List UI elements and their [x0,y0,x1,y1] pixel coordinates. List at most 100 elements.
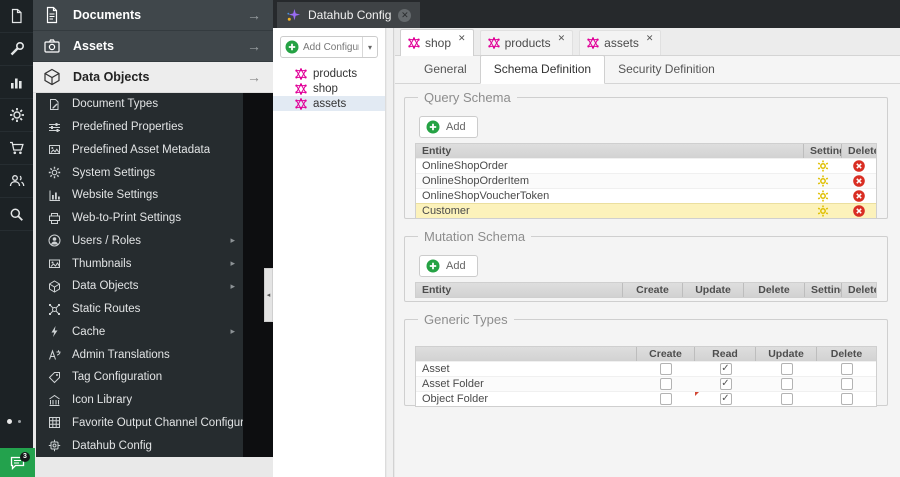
arrow-right-icon: → [247,69,261,85]
column-header-delete[interactable]: Delete [817,347,876,361]
sidebar-item-document-types[interactable]: Document Types [36,93,243,116]
menu-section-assets[interactable]: Assets → [33,31,273,62]
notifications-button[interactable]: 3 [0,448,35,477]
sidebar-item-data-objects[interactable]: Data Objects ▸ [36,275,243,298]
delete-button[interactable] [842,159,876,173]
translate-icon [47,348,61,362]
tab-schema-definition[interactable]: Schema Definition [479,55,606,84]
sidebar-item-thumbnails[interactable]: Thumbnails ▸ [36,252,243,275]
menu-section-data-objects[interactable]: Data Objects → [33,62,273,93]
delete-button[interactable] [842,174,876,188]
column-header-entity[interactable]: Entity [416,283,623,297]
update-cell[interactable] [756,392,817,406]
ecommerce-rail-button[interactable] [0,132,33,165]
sidebar-item-cache[interactable]: Cache ▸ [36,321,243,344]
sidebar-item-users-roles[interactable]: Users / Roles ▸ [36,230,243,253]
tree-item-shop[interactable]: shop [273,81,385,96]
column-header-delete[interactable]: Delete [744,283,805,297]
settings-button[interactable] [804,159,842,173]
column-header-create[interactable]: Create [623,283,683,297]
table-row[interactable]: OnlineShopOrder [416,158,876,173]
tab-security-definition[interactable]: Security Definition [605,56,728,83]
dropdown-arrow-icon[interactable]: ▾ [362,37,377,57]
tools-rail-button[interactable] [0,33,33,66]
sidebar-item-predefined-properties[interactable]: Predefined Properties [36,116,243,139]
sidebar-item-web-to-print-settings[interactable]: Web-to-Print Settings [36,207,243,230]
tab-shop[interactable]: shop ✕ [400,29,474,56]
column-header-update[interactable]: Update [683,283,744,297]
column-header-delete[interactable]: Delete [842,144,876,158]
update-cell[interactable] [756,377,817,391]
column-header-delete-action[interactable]: Delete [842,283,876,297]
settings-button[interactable] [804,174,842,188]
tab-general[interactable]: General [411,56,480,83]
mutation-schema-grid: Entity Create Update Delete Settings Del… [415,282,877,298]
checkbox [780,363,793,375]
close-icon[interactable]: ✕ [398,8,412,22]
notification-badge: 3 [20,452,30,462]
column-header-read[interactable]: Read [695,347,756,361]
documents-rail-button[interactable] [0,0,33,33]
sidebar-item-icon-library[interactable]: Icon Library [36,389,243,412]
column-header-settings[interactable]: Settings [805,283,842,297]
graphql-icon [408,37,420,49]
settings-button[interactable] [804,189,842,203]
column-header-settings[interactable]: Settings [804,144,842,158]
delete-cell[interactable] [817,362,876,376]
query-schema-add-button[interactable]: Add [419,116,478,138]
search-rail-button[interactable] [0,198,33,231]
delete-cell[interactable] [817,377,876,391]
submenu-arrow-icon: ▸ [230,326,235,337]
table-row-selected[interactable]: Customer [416,203,876,218]
read-cell[interactable] [695,377,756,391]
users-icon [9,173,25,189]
table-row[interactable]: OnlineShopOrderItem [416,173,876,188]
create-cell[interactable] [637,362,695,376]
sparkle-icon [286,8,301,23]
reports-rail-button[interactable] [0,66,33,99]
checkbox [840,393,853,405]
sidebar-item-static-routes[interactable]: Static Routes [36,298,243,321]
users-rail-button[interactable] [0,165,33,198]
create-cell[interactable] [637,392,695,406]
settings-button[interactable] [804,204,842,218]
tab-assets[interactable]: assets ✕ [579,30,662,55]
workspace-tab-datahub-config[interactable]: Datahub Config ✕ [277,2,421,28]
sidebar-item-datahub-config[interactable]: Datahub Config [36,434,243,457]
grid-icon [47,416,61,430]
tab-products[interactable]: products ✕ [479,30,574,55]
delete-button[interactable] [842,189,876,203]
sidebar-item-favorite-output-channel-configurations[interactable]: Favorite Output Channel Configurations [36,412,243,435]
schema-definition-content: Query Schema Add Entity Settings Delete … [395,84,900,407]
delete-cell[interactable] [817,392,876,406]
close-icon[interactable]: ✕ [458,33,466,44]
tree-item-assets[interactable]: assets [273,96,385,111]
mutation-schema-add-button[interactable]: Add [419,255,478,277]
document-types-icon [47,97,61,111]
sidebar-item-website-settings[interactable]: Website Settings [36,184,243,207]
checkbox [660,378,672,390]
checkbox [780,378,793,390]
column-header-entity[interactable]: Entity [416,144,804,158]
delete-button[interactable] [842,204,876,218]
panel-splitter[interactable] [387,28,394,477]
settings-rail-button[interactable] [0,99,33,132]
panel-collapse-handle[interactable]: ◂ [264,268,273,322]
close-icon[interactable]: ✕ [558,33,566,44]
close-icon[interactable]: ✕ [646,33,654,44]
create-cell[interactable] [637,377,695,391]
menu-section-documents[interactable]: Documents → [33,0,273,31]
sidebar-item-tag-configuration[interactable]: Tag Configuration [36,366,243,389]
read-cell[interactable] [695,362,756,376]
column-header-create[interactable]: Create [637,347,695,361]
column-header-update[interactable]: Update [756,347,817,361]
read-cell-modified[interactable] [695,392,756,406]
tree-item-products[interactable]: products [273,66,385,81]
checkbox [719,363,732,375]
add-configuration-button[interactable]: Add Configuration ▾ [280,36,378,58]
table-row[interactable]: OnlineShopVoucherToken [416,188,876,203]
sidebar-item-predefined-asset-metadata[interactable]: Predefined Asset Metadata [36,139,243,162]
update-cell[interactable] [756,362,817,376]
sidebar-item-system-settings[interactable]: System Settings [36,161,243,184]
sidebar-item-admin-translations[interactable]: Admin Translations [36,343,243,366]
